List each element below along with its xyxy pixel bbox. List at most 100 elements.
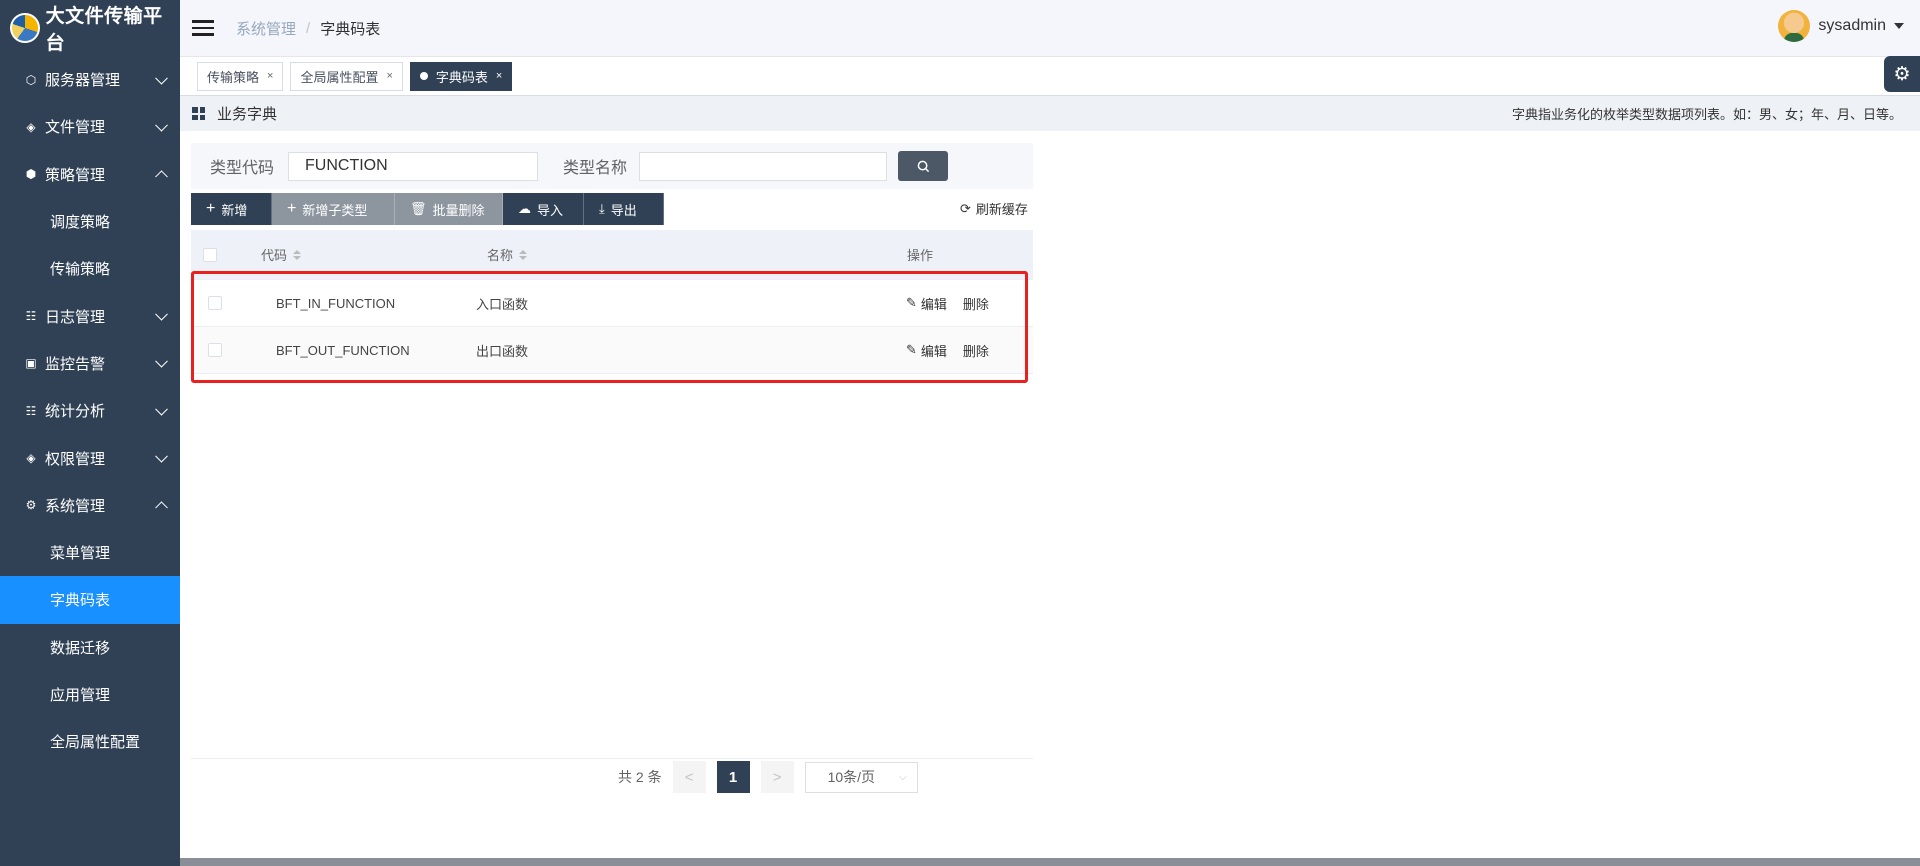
- add-subtype-button[interactable]: + 新增子类型: [272, 193, 395, 225]
- export-button[interactable]: ⤓ 导出: [584, 193, 664, 225]
- next-page-button[interactable]: >: [760, 761, 794, 793]
- sidebar-item-dictionary[interactable]: 字典码表: [0, 576, 180, 624]
- row-checkbox[interactable]: [208, 343, 222, 357]
- sidebar-item-policy-management[interactable]: ⬢ 策略管理: [0, 151, 180, 198]
- tab-label: 传输策略: [207, 69, 260, 85]
- tab-transfer-policy[interactable]: 传输策略 ×: [197, 61, 284, 91]
- breadcrumb-current: 字典码表: [320, 20, 381, 38]
- breadcrumb: 系统管理 / 字典码表: [236, 18, 380, 39]
- refresh-icon: ⟳: [960, 200, 971, 216]
- cell-code: BFT_OUT_FUNCTION: [276, 342, 410, 358]
- sidebar-item-label: 服务器管理: [45, 72, 121, 90]
- type-code-input[interactable]: FUNCTION: [288, 151, 539, 181]
- column-header-actions: 操作: [907, 248, 934, 263]
- sidebar-item-label: 系统管理: [45, 497, 106, 515]
- chevron-up-icon: [155, 170, 168, 184]
- user-menu[interactable]: sysadmin: [1778, 10, 1904, 42]
- add-button[interactable]: + 新增: [191, 193, 272, 225]
- breadcrumb-separator: /: [306, 19, 311, 37]
- plus-icon: +: [287, 200, 297, 217]
- chevron-up-icon: [155, 501, 168, 515]
- settings-gear-icon[interactable]: ⚙: [1884, 56, 1920, 92]
- column-header-code[interactable]: 代码: [261, 245, 302, 264]
- sidebar-item-server-management[interactable]: ⬡ 服务器管理: [0, 56, 180, 103]
- caret-down-icon: [1894, 23, 1904, 29]
- page-number[interactable]: 1: [716, 761, 750, 793]
- chevron-down-icon: ⌵: [898, 771, 907, 783]
- table-row: BFT_IN_FUNCTION 入口函数 ✎ 编辑 删除: [191, 279, 1033, 327]
- logo-icon: [10, 13, 40, 43]
- breadcrumb-item[interactable]: 系统管理: [236, 18, 296, 39]
- add-button-label: 新增: [221, 202, 248, 218]
- app-title: 大文件传输平台: [45, 6, 163, 54]
- sidebar-item-menu-management[interactable]: 菜单管理: [0, 529, 180, 576]
- pagination: 共 2 条 < 1 > 10条/页 ⌵: [618, 761, 918, 793]
- list-icon: ☷: [25, 309, 37, 324]
- select-all-checkbox[interactable]: [203, 247, 217, 262]
- column-header-name-label: 名称: [487, 248, 514, 263]
- hamburger-icon[interactable]: [192, 16, 214, 40]
- batch-delete-button[interactable]: 🗑 批量删除: [395, 193, 503, 225]
- row-checkbox[interactable]: [208, 296, 222, 310]
- active-dot-icon: [419, 72, 428, 80]
- sidebar-menu: ⬡ 服务器管理 ◈ 文件管理 ⬢ 策略管理 调度策略 传输策略 ☷ 日志管理 ▣…: [0, 56, 180, 765]
- export-label: 导出: [610, 202, 637, 218]
- edit-icon: ✎: [906, 295, 917, 310]
- gear-icon: ⚙: [25, 498, 37, 513]
- sidebar-item-label: 监控告警: [45, 355, 106, 373]
- sort-icon: [293, 249, 302, 260]
- prev-page-button[interactable]: <: [672, 761, 706, 793]
- type-name-label: 类型名称: [563, 160, 628, 177]
- edit-button[interactable]: ✎ 编辑: [906, 341, 947, 360]
- page-size-select[interactable]: 10条/页 ⌵: [804, 761, 918, 793]
- layers-icon: ◈: [26, 119, 36, 134]
- panel-title: 业务字典: [217, 106, 278, 123]
- sidebar-item-label: 应用管理: [50, 687, 111, 704]
- grid-icon: [192, 107, 205, 120]
- search-button[interactable]: [898, 151, 949, 181]
- sidebar-item-transfer-policy[interactable]: 传输策略: [0, 245, 180, 292]
- trash-icon: 🗑: [410, 201, 427, 216]
- sidebar-item-log-management[interactable]: ☷ 日志管理: [0, 292, 180, 339]
- close-icon[interactable]: ×: [496, 70, 502, 82]
- column-header-name[interactable]: 名称: [487, 245, 528, 264]
- sidebar-item-permission-management[interactable]: ◈ 权限管理: [0, 434, 180, 481]
- chevron-down-icon: [155, 355, 168, 368]
- sidebar-item-statistics[interactable]: ☷ 统计分析: [0, 387, 180, 434]
- tab-global-config[interactable]: 全局属性配置 ×: [290, 61, 403, 91]
- edit-label: 编辑: [920, 296, 947, 312]
- cloud-upload-icon: ☁: [518, 201, 531, 216]
- cell-name: 出口函数: [476, 343, 529, 359]
- sidebar-item-monitor-alert[interactable]: ▣ 监控告警: [0, 340, 180, 387]
- chevron-down-icon: [155, 71, 168, 85]
- import-label: 导入: [537, 202, 564, 218]
- column-header-code-label: 代码: [261, 248, 288, 263]
- sidebar-item-file-management[interactable]: ◈ 文件管理: [0, 103, 180, 150]
- tab-dictionary[interactable]: 字典码表 ×: [409, 61, 513, 91]
- sidebar-item-app-management[interactable]: 应用管理: [0, 671, 180, 718]
- sidebar-item-label: 文件管理: [45, 119, 106, 137]
- tab-label: 全局属性配置: [300, 69, 379, 85]
- type-name-input[interactable]: [639, 151, 888, 181]
- cell-code: BFT_IN_FUNCTION: [276, 295, 396, 311]
- delete-button[interactable]: 删除: [963, 294, 989, 313]
- plus-icon: +: [206, 200, 216, 217]
- close-icon[interactable]: ×: [267, 70, 273, 82]
- sidebar-item-data-migration[interactable]: 数据迁移: [0, 624, 180, 671]
- chevron-down-icon: [155, 402, 168, 416]
- download-icon: ⤓: [599, 201, 605, 216]
- layers-icon: ◈: [26, 451, 36, 466]
- delete-button[interactable]: 删除: [963, 341, 989, 360]
- monitor-icon: ▣: [25, 356, 37, 371]
- refresh-cache-button[interactable]: ⟳ 刷新缓存: [960, 199, 1028, 218]
- table-header: 代码 名称 操作: [191, 230, 1033, 279]
- sidebar-item-global-config[interactable]: 全局属性配置: [0, 718, 180, 765]
- sidebar-item-schedule-policy[interactable]: 调度策略: [0, 198, 180, 245]
- bottom-scrollbar[interactable]: [180, 858, 1920, 866]
- close-icon[interactable]: ×: [386, 70, 392, 82]
- type-code-label: 类型代码: [210, 160, 275, 177]
- sidebar-item-system-management[interactable]: ⚙ 系统管理: [0, 482, 180, 529]
- edit-button[interactable]: ✎ 编辑: [906, 294, 947, 313]
- total-count: 共 2 条: [618, 769, 662, 785]
- import-button[interactable]: ☁ 导入: [503, 193, 584, 225]
